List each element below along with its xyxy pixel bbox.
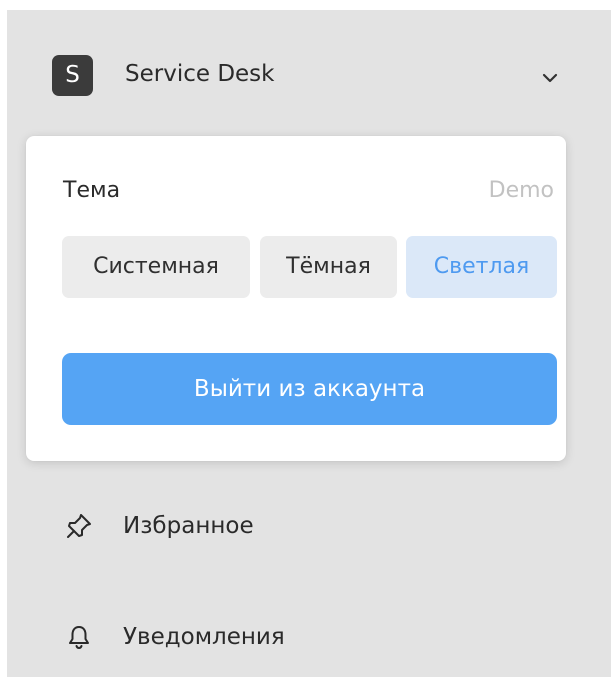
workspace-switcher[interactable]: S Service Desk <box>7 10 611 138</box>
theme-option-system[interactable]: Системная <box>62 236 250 298</box>
nav-item-label: Избранное <box>123 513 254 539</box>
chevron-down-icon[interactable] <box>538 66 562 90</box>
theme-option-light[interactable]: Светлая <box>406 236 557 298</box>
pin-icon <box>67 514 91 538</box>
theme-popup: Тема Demo Системная Тёмная Светлая Выйти… <box>26 136 566 461</box>
theme-option-dark[interactable]: Тёмная <box>260 236 397 298</box>
theme-title: Тема <box>63 178 121 203</box>
nav-item-favorites[interactable]: Избранное <box>7 498 611 554</box>
bell-icon <box>69 626 89 649</box>
workspace-name: Service Desk <box>125 61 275 87</box>
nav-item-notifications[interactable]: Уведомления <box>7 609 611 665</box>
demo-badge: Demo <box>488 178 554 203</box>
logout-button[interactable]: Выйти из аккаунта <box>62 353 557 425</box>
workspace-avatar: S <box>52 55 93 96</box>
nav-item-label: Уведомления <box>123 624 285 650</box>
